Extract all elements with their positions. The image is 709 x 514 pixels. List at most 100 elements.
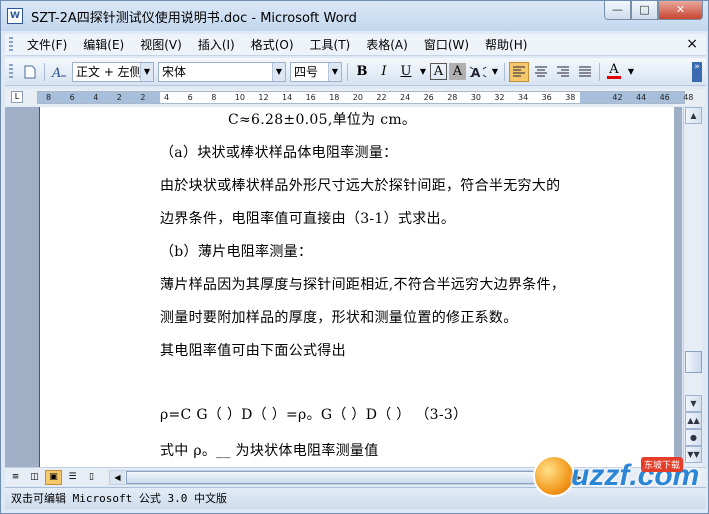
character-border-button[interactable]: A	[430, 63, 447, 80]
ruler-tick-label: 12	[258, 93, 269, 102]
font-size-combo-value: 四号	[294, 65, 319, 79]
formula-object[interactable]: ρ=C G（ ）D（ ）=ρ。G（ ）D（ ） （3-3）	[160, 404, 467, 424]
document-close-button[interactable]: ×	[686, 36, 698, 52]
ruler-tick-label: 34	[518, 93, 529, 102]
menu-table[interactable]: 表格(A)	[358, 35, 416, 55]
ruler-tick-label: 6	[187, 93, 193, 102]
chevron-down-icon[interactable]: ▼	[272, 62, 285, 81]
new-document-icon[interactable]	[20, 62, 40, 82]
title-bar: W SZT-2A四探针测试仪使用说明书.doc - Microsoft Word…	[1, 1, 708, 31]
style-combo-value: 正文 + 左侧	[76, 65, 142, 79]
chevron-down-icon[interactable]: ▼	[490, 62, 500, 82]
toolbar-separator	[347, 62, 348, 81]
ruler-tick-label: 16	[305, 93, 316, 102]
web-layout-icon[interactable]: ◫	[26, 470, 43, 485]
ruler-tick-label: 48	[683, 93, 694, 102]
scroll-up-icon[interactable]: ▲	[685, 107, 702, 124]
print-layout-icon[interactable]: ▣	[45, 469, 62, 485]
tab-selector-icon[interactable]: L	[11, 91, 23, 103]
document-line: 式中 ρ。__ 为块状体电阻率测量值	[160, 443, 379, 459]
menu-window[interactable]: 窗口(W)	[416, 35, 477, 55]
ruler-tick-label: 44	[636, 93, 647, 102]
close-button[interactable]: ✕	[658, 1, 703, 20]
chevron-down-icon[interactable]: ▼	[418, 62, 428, 82]
menu-insert[interactable]: 插入(I)	[190, 35, 243, 55]
normal-view-icon[interactable]: ≡	[7, 470, 24, 485]
outline-view-icon[interactable]: ☰	[64, 470, 81, 485]
font-color-letter: A	[609, 62, 619, 77]
chevron-down-icon[interactable]: ▼	[626, 62, 636, 82]
ruler-tick-label: 10	[234, 93, 245, 102]
ruler-row: L 8 6 4 2 2 4 6 8 10 12 14 16 18 20 22 24 26 28 30 32 34 36 38…	[5, 89, 706, 106]
document-line: （a）块状或棒状样品体电阻率测量：	[160, 145, 398, 161]
menu-format[interactable]: 格式(O)	[243, 35, 302, 55]
ruler-tick-label: 20	[352, 93, 363, 102]
justify-icon[interactable]	[575, 62, 595, 82]
menu-grip-icon[interactable]	[9, 36, 13, 53]
font-combo[interactable]: 宋体 ▼	[158, 61, 286, 82]
ruler-tick-label: 8	[211, 93, 217, 102]
character-shading-button[interactable]: A	[449, 63, 466, 80]
font-size-combo[interactable]: 四号 ▼	[290, 61, 342, 82]
font-color-button[interactable]: A	[604, 62, 624, 82]
styles-pane-icon[interactable]: A	[49, 62, 69, 82]
minimize-button[interactable]: —	[604, 1, 631, 20]
menu-tools[interactable]: 工具(T)	[302, 35, 359, 55]
chevron-down-icon[interactable]: ▼	[140, 62, 153, 81]
maximize-button[interactable]: □	[631, 1, 658, 20]
font-color-swatch	[607, 76, 621, 79]
window-title: SZT-2A四探针测试仪使用说明书.doc - Microsoft Word	[31, 10, 357, 26]
document-line: 测量时要附加样品的厚度，形状和测量位置的修正系数。	[160, 310, 518, 326]
reading-layout-icon[interactable]: ▯	[83, 470, 100, 485]
ruler-tick-label: 22	[376, 93, 387, 102]
vertical-scroll-thumb[interactable]	[685, 351, 702, 373]
toolbar-grip-icon[interactable]	[9, 63, 13, 80]
ruler-tick-label: 32	[494, 93, 505, 102]
document-page[interactable]: C≈6.28±0.05,单位为 cm。 （a）块状或棒状样品体电阻率测量： 由於…	[39, 107, 674, 467]
bold-button[interactable]: B	[352, 62, 372, 82]
horizontal-scroll-thumb[interactable]	[126, 471, 572, 484]
menu-edit[interactable]: 编辑(E)	[75, 35, 132, 55]
ruler-tick-label: 18	[329, 93, 340, 102]
ruler-tick-label: 2	[116, 93, 122, 102]
underline-button[interactable]: U	[396, 62, 416, 82]
style-combo[interactable]: 正文 + 左侧 ▼	[72, 61, 154, 82]
window-controls: — □ ✕	[604, 1, 703, 20]
menu-bar: 文件(F) 编辑(E) 视图(V) 插入(I) 格式(O) 工具(T) 表格(A…	[5, 34, 706, 56]
vertical-scrollbar[interactable]: ▲ ▼ ▲▲ ● ▼▼	[683, 107, 702, 467]
toolbar-options-icon[interactable]: »	[692, 62, 702, 82]
toolbar-separator	[599, 62, 600, 81]
menu-help[interactable]: 帮助(H)	[477, 35, 535, 55]
document-line: 薄片样品因为其厚度与探针间距相近,不符合半远穷大边界条件，	[160, 277, 566, 293]
horizontal-ruler[interactable]: 8 6 4 2 2 4 6 8 10 12 14 16 18 20 22 24 26 28 30 32 34 36 38 42…	[37, 91, 693, 104]
watermark-logo: uzzf.com 东坡下载	[533, 453, 703, 501]
word-window: W SZT-2A四探针测试仪使用说明书.doc - Microsoft Word…	[0, 0, 709, 514]
document-line: C≈6.28±0.05,单位为 cm。	[228, 112, 417, 128]
scroll-down-icon[interactable]: ▼	[685, 395, 702, 412]
align-center-icon[interactable]	[531, 62, 551, 82]
horizontal-scrollbar[interactable]: ◀ ▶	[109, 470, 587, 485]
svg-text:A: A	[51, 66, 61, 80]
select-browse-object-icon[interactable]: ●	[685, 429, 702, 446]
ruler-tick-label: 4	[164, 93, 170, 102]
document-line: （b）薄片电阻率测量：	[160, 244, 313, 260]
menu-file[interactable]: 文件(F)	[19, 35, 75, 55]
toolbar-separator	[44, 62, 45, 81]
ruler-tick-label: 30	[470, 93, 481, 102]
document-line: 其电阻率值可由下面公式得出	[160, 343, 346, 359]
previous-page-icon[interactable]: ▲▲	[685, 412, 702, 429]
chevron-down-icon[interactable]: ▼	[328, 62, 341, 81]
ruler-tick-label: 14	[282, 93, 293, 102]
toolbar-separator	[504, 62, 505, 81]
watermark-ball-icon	[533, 455, 575, 497]
watermark-tag: 东坡下载	[641, 457, 684, 472]
character-scale-icon[interactable]: A	[468, 62, 488, 82]
ruler-tick-label: 28	[447, 93, 458, 102]
menu-view[interactable]: 视图(V)	[132, 35, 190, 55]
italic-button[interactable]: I	[374, 62, 394, 82]
document-line: 由於块状或棒状样品外形尺寸远大於探针间距，符合半无穷大的	[160, 178, 561, 194]
word-app-icon[interactable]: W	[7, 8, 23, 24]
scroll-left-icon[interactable]: ◀	[110, 471, 125, 484]
align-left-icon[interactable]	[509, 61, 529, 82]
align-right-icon[interactable]	[553, 62, 573, 82]
